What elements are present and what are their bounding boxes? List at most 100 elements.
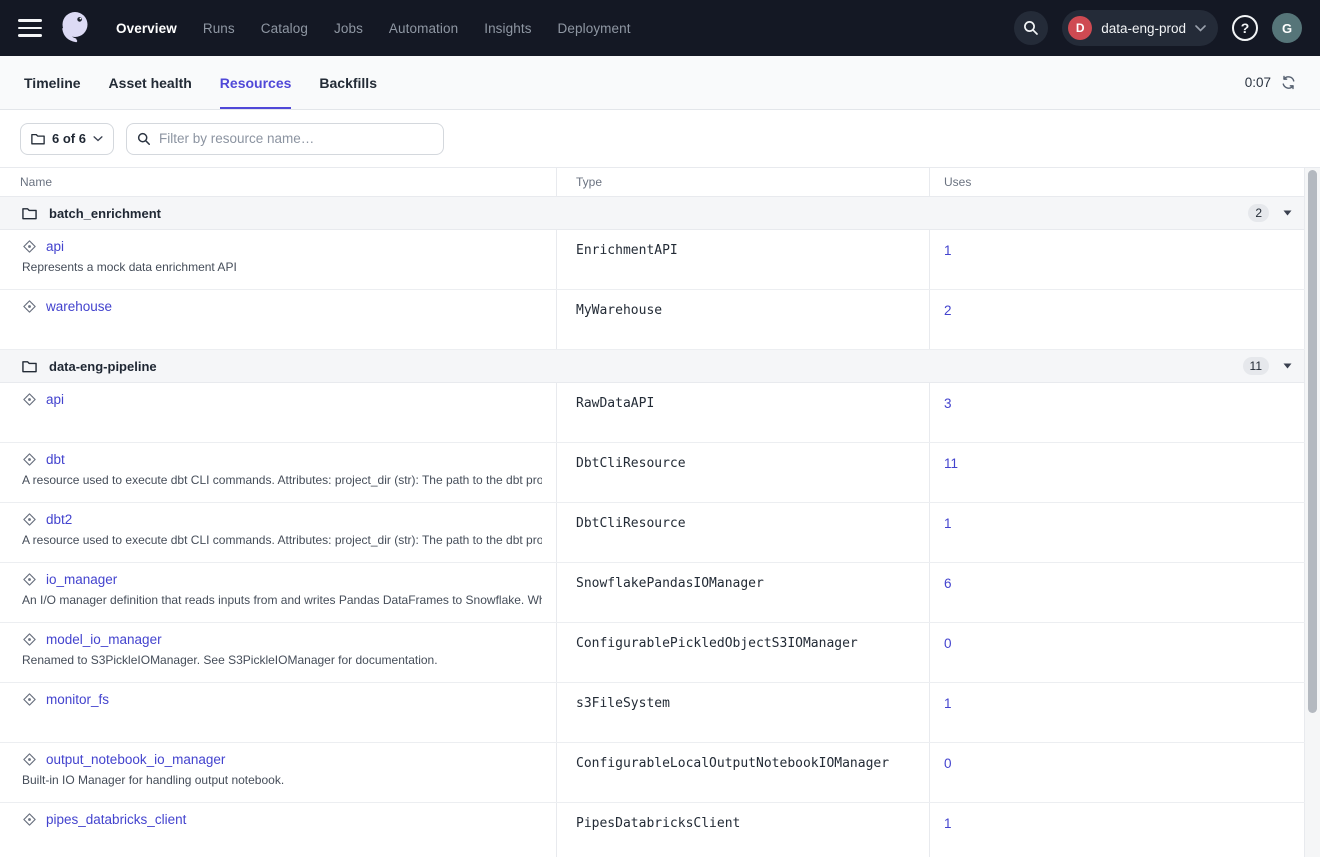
resource-row: io_manager An I/O manager definition tha… [0,563,1320,623]
top-nav: Overview Runs Catalog Jobs Automation In… [0,0,1320,56]
resource-name-link[interactable]: warehouse [46,299,112,314]
nav-item-deployment[interactable]: Deployment [558,21,631,36]
resource-row: model_io_manager Renamed to S3PickleIOMa… [0,623,1320,683]
scrollbar-thumb[interactable] [1308,170,1317,713]
resource-name-link[interactable]: monitor_fs [46,692,109,707]
resource-icon [22,299,37,314]
deployment-initial-badge: D [1068,16,1092,40]
nav-item-insights[interactable]: Insights [484,21,531,36]
resource-type-cell: SnowflakePandasIOManager [557,563,930,622]
resource-name-cell: api Represents a mock data enrichment AP… [0,230,557,289]
folder-icon [31,133,45,145]
resource-type-cell: s3FileSystem [557,683,930,742]
refresh-countdown: 0:07 [1245,75,1271,90]
nav-item-overview[interactable]: Overview [116,21,177,36]
resource-icon [22,572,37,587]
refresh-icon[interactable] [1281,75,1296,90]
nav-item-jobs[interactable]: Jobs [334,21,363,36]
resource-type-cell: RawDataAPI [557,383,930,442]
resource-description: An I/O manager definition that reads inp… [22,593,542,607]
folder-icon [22,360,37,373]
resource-icon [22,392,37,407]
resource-uses-link[interactable]: 0 [944,636,952,651]
resource-name-link[interactable]: io_manager [46,572,117,587]
nav-item-catalog[interactable]: Catalog [261,21,308,36]
resource-uses-link[interactable]: 2 [944,303,952,318]
resource-uses-cell: 0 [930,743,1305,802]
nav-item-automation[interactable]: Automation [389,21,458,36]
chevron-down-icon [1195,25,1206,32]
resource-name-link[interactable]: dbt [46,452,65,467]
table-body: batch_enrichment 2 api Represents a mock… [0,197,1320,857]
resource-uses-link[interactable]: 3 [944,396,952,411]
resource-name-cell: output_notebook_io_manager Built-in IO M… [0,743,557,802]
resource-name-link[interactable]: api [46,239,64,254]
resource-icon [22,512,37,527]
resource-row: output_notebook_io_manager Built-in IO M… [0,743,1320,803]
resource-name-link[interactable]: model_io_manager [46,632,162,647]
resource-uses-link[interactable]: 1 [944,516,952,531]
group-header-row[interactable]: data-eng-pipeline 11 [0,350,1305,383]
group-count-badge: 11 [1243,357,1269,375]
resource-description: A resource used to execute dbt CLI comma… [22,473,542,487]
resource-uses-link[interactable]: 0 [944,756,952,771]
resource-description: Built-in IO Manager for handling output … [22,773,542,787]
resource-uses-link[interactable]: 1 [944,243,952,258]
tab-resources[interactable]: Resources [220,56,292,109]
tab-backfills[interactable]: Backfills [319,56,377,109]
deployment-switcher[interactable]: D data-eng-prod [1062,10,1218,46]
resource-name-cell: model_io_manager Renamed to S3PickleIOMa… [0,623,557,682]
resource-type-cell: PipesDatabricksClient [557,803,930,857]
tab-timeline[interactable]: Timeline [24,56,81,109]
caret-down-icon[interactable] [1283,363,1292,369]
search-icon [1023,20,1039,36]
chevron-down-icon [93,136,103,142]
resource-type-cell: DbtCliResource [557,443,930,502]
resource-name-link[interactable]: dbt2 [46,512,72,527]
resource-name-link[interactable]: output_notebook_io_manager [46,752,225,767]
resource-name-link[interactable]: api [46,392,64,407]
user-avatar[interactable]: G [1272,13,1302,43]
hamburger-menu-icon[interactable] [18,19,42,37]
resource-type-cell: DbtCliResource [557,503,930,562]
column-header-type: Type [557,168,930,196]
resource-uses-link[interactable]: 1 [944,696,952,711]
resource-name-cell: pipes_databricks_client [0,803,557,857]
tab-asset-health[interactable]: Asset health [109,56,192,109]
resource-filter-field [126,123,444,155]
resource-icon [22,239,37,254]
resource-row: warehouse MyWarehouse 2 [0,290,1320,350]
resource-icon [22,632,37,647]
nav-item-runs[interactable]: Runs [203,21,235,36]
group-count-filter-button[interactable]: 6 of 6 [20,123,114,155]
resource-name-cell: api [0,383,557,442]
resource-row: pipes_databricks_client PipesDatabricksC… [0,803,1320,857]
caret-down-icon[interactable] [1283,210,1292,216]
resource-type-cell: ConfigurablePickledObjectS3IOManager [557,623,930,682]
resource-name-cell: io_manager An I/O manager definition tha… [0,563,557,622]
resource-uses-link[interactable]: 11 [944,456,958,471]
column-header-uses: Uses [930,168,1305,196]
resource-uses-link[interactable]: 1 [944,816,952,831]
resource-filter-input[interactable] [159,131,433,146]
dagster-logo-icon[interactable] [54,7,96,49]
resource-uses-cell: 6 [930,563,1305,622]
search-icon [137,132,151,146]
resource-name-cell: warehouse [0,290,557,349]
global-search-button[interactable] [1014,11,1048,45]
resource-row: dbt2 A resource used to execute dbt CLI … [0,503,1320,563]
resource-uses-link[interactable]: 6 [944,576,952,591]
group-name: batch_enrichment [49,206,161,221]
resource-name-link[interactable]: pipes_databricks_client [46,812,186,827]
resource-description: Renamed to S3PickleIOManager. See S3Pick… [22,653,542,667]
resources-table: Name Type Uses batch_enrichment 2 [0,167,1320,857]
help-button[interactable]: ? [1232,15,1258,41]
group-name: data-eng-pipeline [49,359,157,374]
resource-uses-cell: 1 [930,803,1305,857]
resource-type-cell: EnrichmentAPI [557,230,930,289]
deployment-name: data-eng-prod [1101,21,1186,36]
vertical-scrollbar[interactable] [1305,168,1320,857]
resource-icon [22,812,37,827]
group-header-row[interactable]: batch_enrichment 2 [0,197,1305,230]
resource-row: api Represents a mock data enrichment AP… [0,230,1320,290]
